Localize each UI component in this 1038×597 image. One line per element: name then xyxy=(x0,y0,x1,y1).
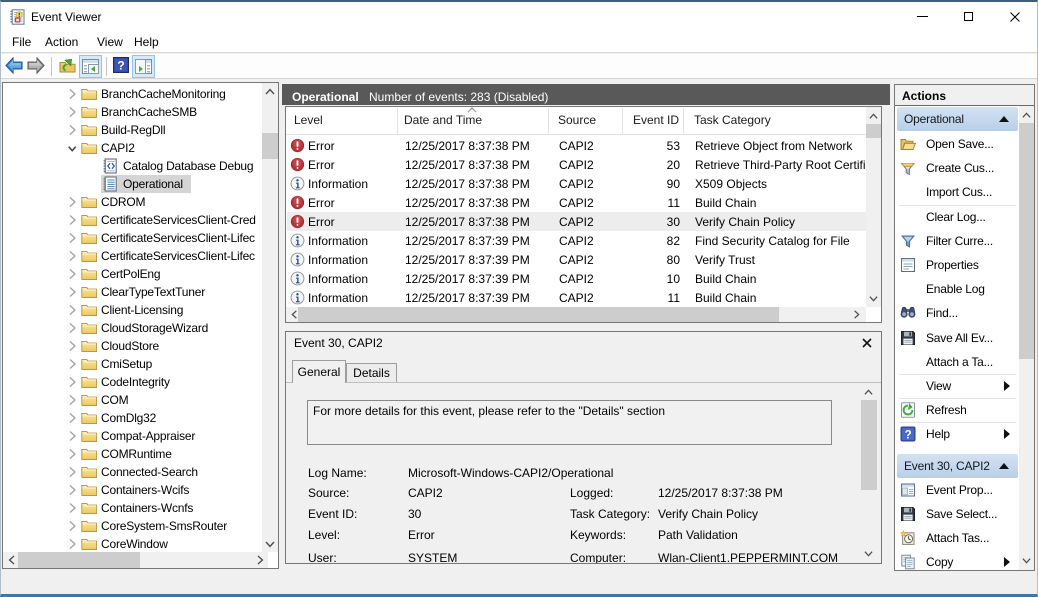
svg-text:?: ? xyxy=(117,59,124,73)
